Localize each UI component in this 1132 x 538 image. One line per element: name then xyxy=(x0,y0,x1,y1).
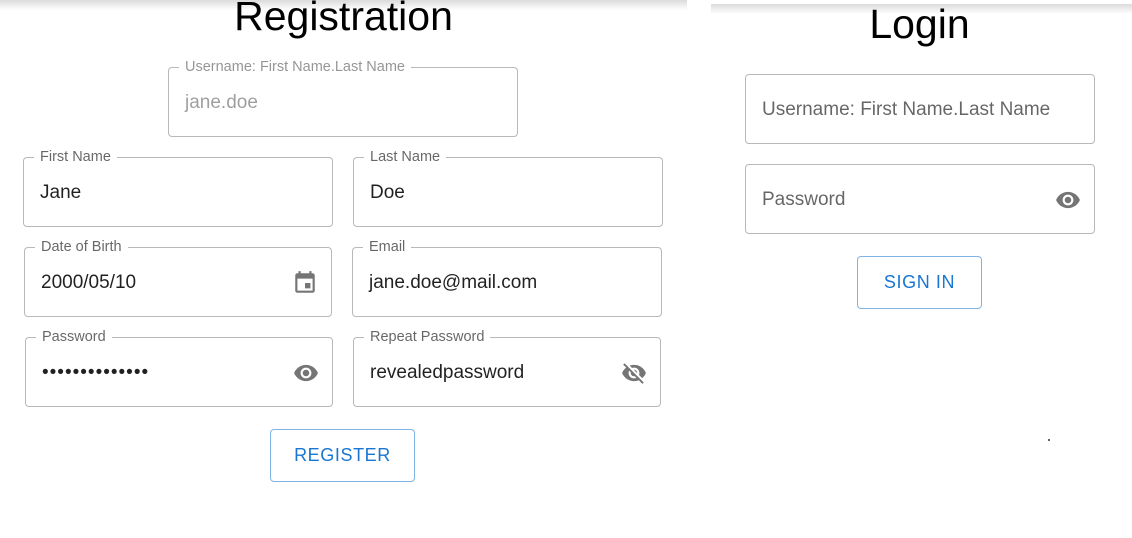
date-of-birth-field[interactable]: Date of Birth 2000/05/10 xyxy=(24,238,332,317)
login-password-placeholder[interactable]: Password xyxy=(762,189,845,211)
eye-icon[interactable] xyxy=(1054,187,1082,213)
login-panel: Login Username: First Name.Last Name Pas… xyxy=(711,0,1132,538)
password-label: Password xyxy=(36,328,112,346)
username-value: jane.doe xyxy=(185,92,258,113)
email-value[interactable]: jane.doe@mail.com xyxy=(369,272,537,294)
eye-off-icon[interactable] xyxy=(620,360,648,386)
email-field[interactable]: Email jane.doe@mail.com xyxy=(352,238,662,317)
last-name-value[interactable]: Doe xyxy=(370,182,405,204)
first-name-value[interactable]: Jane xyxy=(40,182,81,204)
username-label: Username: First Name.Last Name xyxy=(179,58,411,76)
registration-panel: Registration Username: First Name.Last N… xyxy=(0,0,687,538)
repeat-password-value[interactable]: revealedpassword xyxy=(370,362,524,384)
first-name-label: First Name xyxy=(34,148,117,166)
login-username-field[interactable]: Username: First Name.Last Name xyxy=(745,74,1095,144)
date-of-birth-value[interactable]: 2000/05/10 xyxy=(41,272,136,294)
panel-divider xyxy=(687,0,711,538)
app-window: Registration Username: First Name.Last N… xyxy=(0,0,1132,538)
eye-icon[interactable] xyxy=(292,360,320,386)
stray-dot xyxy=(1048,439,1050,441)
last-name-label: Last Name xyxy=(364,148,447,166)
login-username-placeholder[interactable]: Username: First Name.Last Name xyxy=(762,99,1050,121)
sign-in-button[interactable]: SIGN IN xyxy=(857,256,982,309)
login-password-field[interactable]: Password xyxy=(745,164,1095,234)
password-value[interactable]: •••••••••••••• xyxy=(42,362,149,384)
repeat-password-label: Repeat Password xyxy=(364,328,491,346)
calendar-icon[interactable] xyxy=(291,270,319,296)
login-title: Login xyxy=(869,1,970,47)
email-label: Email xyxy=(363,238,412,256)
register-button[interactable]: REGISTER xyxy=(270,429,415,482)
first-name-field[interactable]: First Name Jane xyxy=(23,148,333,227)
username-field-disabled: Username: First Name.Last Name jane.doe xyxy=(168,58,518,137)
password-field[interactable]: Password •••••••••••••• xyxy=(25,328,333,407)
last-name-field[interactable]: Last Name Doe xyxy=(353,148,663,227)
repeat-password-field[interactable]: Repeat Password revealedpassword xyxy=(353,328,661,407)
date-of-birth-label: Date of Birth xyxy=(35,238,128,256)
registration-title: Registration xyxy=(234,0,453,39)
